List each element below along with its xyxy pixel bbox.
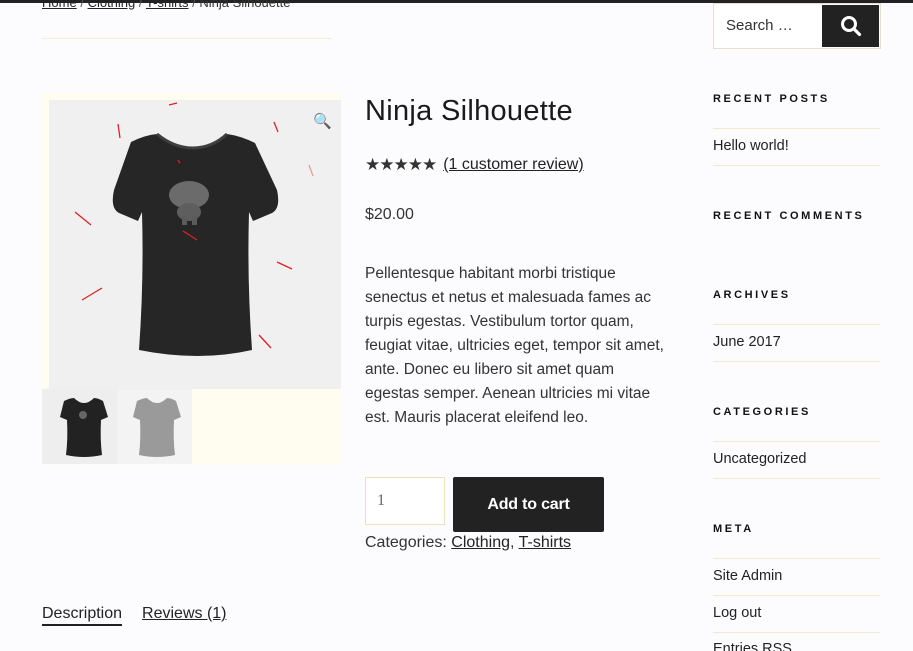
categories-label: Categories:: [365, 534, 447, 551]
recent-posts-heading: RECENT POSTS: [713, 93, 830, 105]
breadcrumb-clothing-link[interactable]: Clothing: [88, 0, 136, 10]
product-rating: ★★★★★ (1 customer review): [365, 154, 584, 176]
tab-description[interactable]: Description: [42, 605, 123, 626]
product-categories: Categories: Clothing, T-shirts: [365, 534, 571, 552]
category-link-tshirts[interactable]: T-shirts: [519, 534, 571, 551]
thumbnail-grey-tshirt[interactable]: [117, 389, 192, 464]
product-main-image[interactable]: 🔍: [49, 100, 341, 389]
recent-post-link[interactable]: Hello world!: [713, 138, 789, 154]
product-title: Ninja Silhouette: [365, 95, 573, 127]
meta-link-entries-rss[interactable]: Entries RSS: [713, 641, 792, 651]
search-button[interactable]: [822, 5, 879, 47]
breadcrumb: Home / Clothing / T-shirts / Ninja Silho…: [42, 0, 290, 10]
divider: [713, 165, 880, 166]
meta-heading: META: [713, 523, 754, 535]
meta-link-log-out[interactable]: Log out: [713, 605, 761, 621]
search-icon: [840, 16, 861, 37]
product-tabs: Description Reviews (1): [42, 605, 227, 626]
divider: [713, 595, 880, 596]
customer-review-link[interactable]: (1 customer review): [443, 156, 583, 174]
category-link-clothing[interactable]: Clothing: [451, 534, 510, 551]
breadcrumb-divider: [42, 38, 332, 39]
archives-heading: ARCHIVES: [713, 289, 791, 301]
breadcrumb-tshirts-link[interactable]: T-shirts: [146, 0, 189, 10]
star-rating-icon: ★★★★★: [365, 155, 437, 174]
black-tshirt-image: [74, 102, 314, 356]
divider: [713, 361, 880, 362]
breadcrumb-home-link[interactable]: Home: [42, 0, 77, 10]
product-gallery: 🔍: [42, 93, 341, 465]
categories-separator: ,: [509, 534, 515, 551]
breadcrumb-current: Ninja Silhouette: [199, 0, 291, 10]
breadcrumb-separator: /: [138, 0, 143, 10]
breadcrumb-separator: /: [80, 0, 84, 10]
search-input[interactable]: Search …: [726, 17, 793, 34]
thumbnail-black-tshirt[interactable]: [42, 389, 117, 464]
category-link-uncategorized[interactable]: Uncategorized: [713, 451, 807, 467]
tab-reviews[interactable]: Reviews (1): [142, 605, 226, 626]
archive-link[interactable]: June 2017: [713, 334, 781, 350]
divider: [713, 441, 880, 442]
grey-tshirt-thumbnail-icon: [133, 398, 181, 457]
magnifier-icon[interactable]: 🔍: [313, 112, 332, 130]
product-short-description: Pellentesque habitant morbi tristique se…: [365, 265, 664, 426]
add-to-cart-button[interactable]: Add to cart: [453, 477, 604, 532]
divider: [713, 324, 880, 325]
search-form: Search …: [713, 3, 881, 49]
meta-link-site-admin[interactable]: Site Admin: [713, 568, 782, 584]
quantity-input[interactable]: [365, 477, 445, 525]
divider: [713, 478, 880, 479]
divider: [713, 558, 880, 559]
categories-heading: CATEGORIES: [713, 406, 811, 418]
divider: [713, 632, 880, 633]
breadcrumb-separator: /: [192, 0, 196, 10]
black-tshirt-thumbnail-icon: [60, 398, 108, 457]
product-price: $20.00: [365, 206, 414, 223]
recent-comments-heading: RECENT COMMENTS: [713, 210, 865, 222]
divider: [713, 128, 880, 129]
